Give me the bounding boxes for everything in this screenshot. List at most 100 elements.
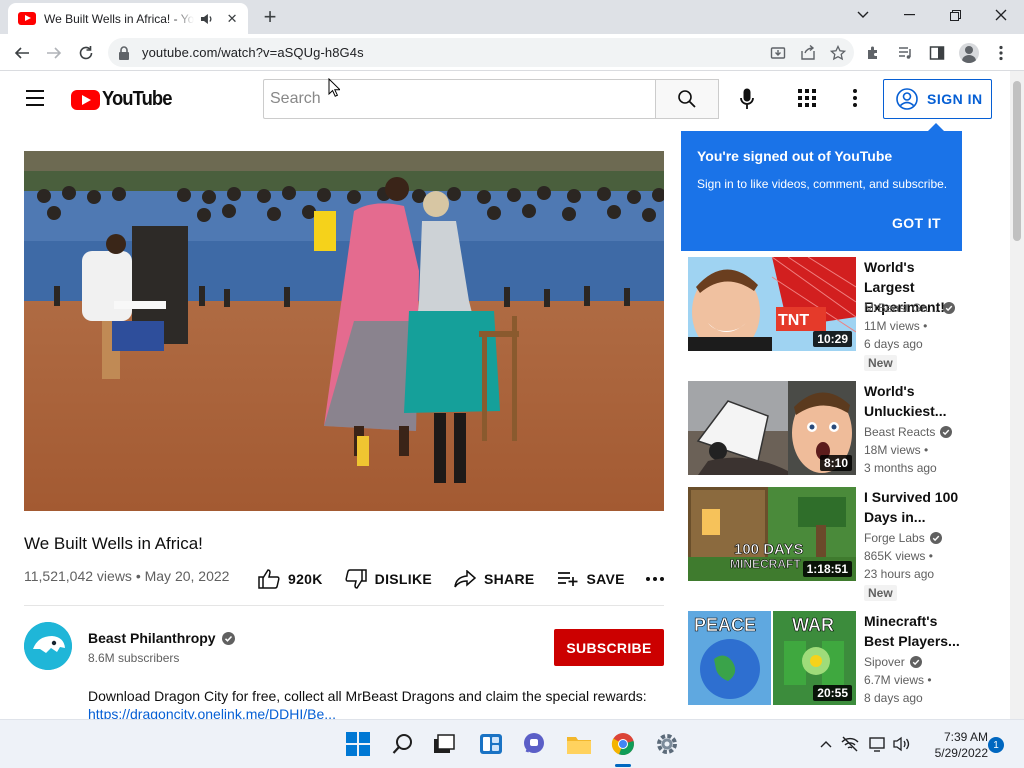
thumbnail-text: PEACE (694, 615, 756, 635)
restore-button[interactable] (932, 0, 978, 30)
back-button[interactable] (9, 40, 35, 66)
search-input[interactable] (263, 79, 656, 119)
popup-body: Sign in to like videos, comment, and sub… (697, 177, 948, 191)
recommendation-thumbnail[interactable]: TNT 10:29 (688, 257, 856, 351)
share-arrow-icon (454, 570, 476, 588)
recommendation-views: 6.7M views • (864, 673, 932, 687)
audio-playing-icon[interactable] (200, 12, 214, 26)
video-description: Download Dragon City for free, collect a… (88, 688, 647, 704)
profile-avatar-icon[interactable] (956, 40, 982, 66)
close-window-button[interactable] (978, 0, 1024, 30)
forward-button[interactable] (41, 40, 67, 66)
windows-start-icon[interactable] (344, 730, 372, 758)
bookmark-star-icon[interactable] (830, 44, 846, 61)
save-button[interactable]: SAVE (557, 571, 625, 587)
browser-toolbar: youtube.com/watch?v=aSQUg-h8G4s (0, 34, 1024, 71)
like-button[interactable]: 920K (258, 569, 323, 589)
show-hidden-icons-icon[interactable] (816, 734, 836, 754)
menu-icon[interactable] (26, 90, 46, 106)
share-button[interactable]: SHARE (454, 570, 535, 588)
thumbs-down-icon (345, 569, 367, 589)
recommendation-item[interactable]: 100 DAYS MINECRAFT 1:18:51 I Survived 10… (688, 487, 988, 601)
youtube-logo[interactable]: YouTube (71, 88, 178, 111)
recommendation-channel[interactable]: MrBeast Ga... (864, 301, 956, 315)
notification-badge[interactable]: 1 (988, 737, 1004, 753)
recommendation-thumbnail[interactable]: 8:10 (688, 381, 856, 475)
recommendation-views: 11M views • (864, 319, 928, 333)
system-clock[interactable]: 7:39 AM 5/29/2022 (918, 729, 988, 761)
youtube-favicon-icon (18, 12, 36, 25)
recommendation-thumbnail[interactable]: 100 DAYS MINECRAFT 1:18:51 (688, 487, 856, 581)
search-icon[interactable] (389, 730, 417, 758)
side-panel-icon[interactable] (924, 40, 950, 66)
display-icon[interactable] (868, 734, 888, 754)
media-controls-icon[interactable] (892, 40, 918, 66)
recommendation-title[interactable]: World's Unluckiest... (864, 381, 968, 421)
dislike-button[interactable]: DISLIKE (345, 569, 432, 589)
subscribe-button[interactable]: SUBSCRIBE (554, 629, 664, 666)
recommendation-title[interactable]: I Survived 100 Days in... (864, 487, 968, 527)
thumbnail-subtext: MINECRAFT (730, 557, 801, 571)
recommendation-channel[interactable]: Sipover (864, 655, 922, 669)
thumbnail-text: 100 DAYS (734, 541, 804, 558)
chrome-icon[interactable] (609, 730, 637, 758)
video-duration: 1:18:51 (802, 561, 852, 577)
sign-in-button[interactable]: SIGN IN (883, 79, 992, 119)
verified-check-icon (943, 302, 956, 314)
youtube-apps-icon[interactable] (795, 86, 819, 110)
channel-name[interactable]: Beast Philanthropy (88, 630, 235, 646)
active-app-indicator (615, 764, 631, 767)
video-player[interactable] (24, 151, 664, 511)
signed-out-popup: You're signed out of YouTube Sign in to … (681, 123, 962, 251)
widgets-icon[interactable] (477, 730, 505, 758)
share-icon[interactable] (800, 44, 816, 61)
browser-tab[interactable]: We Built Wells in Africa! - YouTube ✕ (8, 3, 248, 34)
got-it-button[interactable]: GOT IT (892, 215, 941, 231)
recommendation-title[interactable]: Minecraft's Best Players... (864, 611, 968, 651)
search-button[interactable] (655, 79, 719, 119)
volume-icon[interactable] (892, 734, 912, 754)
lock-icon[interactable] (118, 45, 130, 60)
settings-more-icon[interactable] (843, 86, 867, 110)
install-app-icon[interactable] (770, 45, 786, 61)
voice-search-button[interactable] (731, 83, 763, 115)
verified-check-icon (221, 631, 235, 645)
playlist-add-icon (557, 572, 578, 586)
tab-title: We Built Wells in Africa! - YouTube (44, 11, 195, 26)
recommendation-item[interactable]: PEACE WAR 20:55 Minecraft's Best Players… (688, 611, 988, 711)
settings-gear-icon[interactable] (653, 730, 681, 758)
verified-check-icon (909, 656, 922, 668)
video-views-date: 11,521,042 views • May 20, 2022 (24, 568, 230, 584)
minimize-button[interactable] (886, 0, 932, 30)
recommendation-channel[interactable]: Beast Reacts (864, 425, 953, 439)
tab-search-icon[interactable] (840, 0, 886, 30)
reload-button[interactable] (73, 40, 99, 66)
address-bar[interactable]: youtube.com/watch?v=aSQUg-h8G4s (108, 38, 854, 67)
thumbnail-text-2: WAR (792, 615, 834, 635)
recommendation-channel[interactable]: Forge Labs (864, 531, 942, 545)
tab-close-icon[interactable]: ✕ (224, 11, 240, 27)
video-title: We Built Wells in Africa! (24, 534, 203, 553)
more-actions-icon[interactable] (643, 567, 667, 591)
channel-name-text: Beast Philanthropy (88, 630, 216, 646)
new-tab-button[interactable]: + (258, 6, 282, 30)
page-scrollbar[interactable] (1010, 71, 1024, 719)
url-text: youtube.com/watch?v=aSQUg-h8G4s (142, 45, 364, 60)
task-view-icon[interactable] (430, 730, 458, 758)
recommendation-channel-name: Sipover (864, 655, 905, 669)
file-explorer-icon[interactable] (565, 730, 593, 758)
video-frame-image (24, 151, 664, 511)
extensions-icon[interactable] (860, 40, 886, 66)
recommendation-item[interactable]: 8:10 World's Unluckiest... Beast Reacts … (688, 381, 988, 481)
recommendation-channel-name: Beast Reacts (864, 425, 936, 439)
chrome-menu-icon[interactable] (988, 40, 1014, 66)
recommendation-item[interactable]: TNT 10:29 World's Largest Experiment! Mr… (688, 257, 988, 371)
network-offline-icon[interactable] (840, 734, 860, 754)
scrollbar-thumb[interactable] (1013, 81, 1021, 241)
dislike-label: DISLIKE (374, 571, 432, 587)
youtube-play-icon (71, 89, 100, 110)
recommendation-thumbnail[interactable]: PEACE WAR 20:55 (688, 611, 856, 705)
channel-avatar[interactable] (24, 622, 72, 670)
clock-date: 5/29/2022 (934, 746, 988, 760)
teams-chat-icon[interactable] (520, 730, 548, 758)
